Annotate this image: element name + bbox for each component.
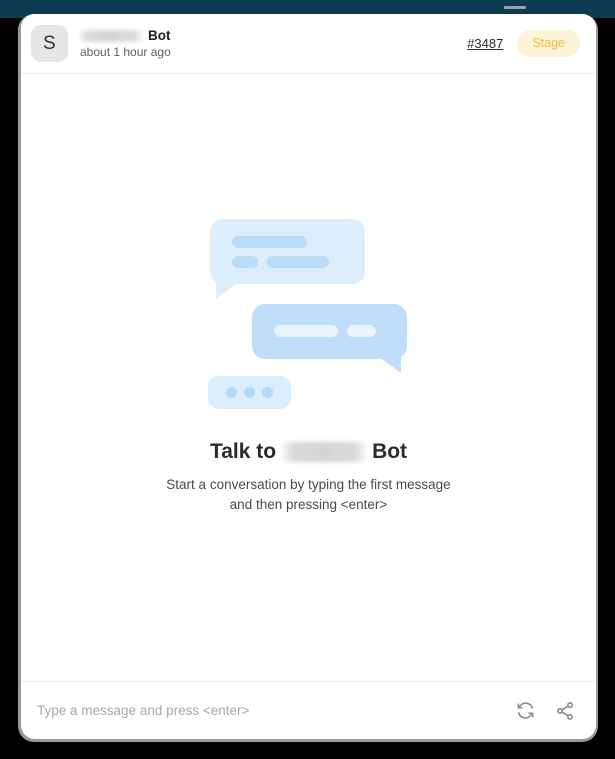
illustration-bubble-incoming [209,219,365,299]
bot-name-redacted [80,30,142,42]
description-line-2: and then pressing <enter> [229,497,388,513]
typing-dot [261,387,273,398]
headline-suffix: Bot [372,440,408,463]
bot-name-suffix: Bot [148,28,171,44]
app-window: S Bot about 1 hour ago #3487 Stage Talk … [0,0,615,759]
illustration-bubble-outgoing [251,304,407,373]
header-actions: #3487 Stage [467,30,580,57]
share-icon[interactable] [554,700,576,722]
chat-header: S Bot about 1 hour ago #3487 Stage [21,14,596,74]
ticket-link[interactable]: #3487 [467,36,503,51]
message-input[interactable] [37,703,514,718]
headline-prefix: Talk to [209,440,277,463]
typing-dot [243,387,255,398]
header-text-group: Bot about 1 hour ago [80,29,467,58]
illustration-bar [231,236,307,248]
conversation-timestamp: about 1 hour ago [80,44,171,59]
illustration-bar [273,325,338,337]
chat-empty-state: Talk to Bot Start a conversation by typi… [21,74,596,681]
refresh-icon[interactable] [514,700,536,722]
typing-dot [225,387,237,398]
chat-bubbles-illustration [204,219,414,409]
description-line-1: Start a conversation by typing the first… [166,477,451,493]
message-composer [21,681,596,739]
status-badge: Stage [517,30,580,57]
illustration-typing-indicator [207,376,291,409]
chat-card: S Bot about 1 hour ago #3487 Stage Talk … [21,14,596,739]
avatar: S [31,25,68,62]
illustration-bar [266,256,329,268]
window-notch-indicator [504,6,526,9]
illustration-bar [231,256,258,268]
empty-state-headline: Talk to Bot [210,440,407,463]
headline-name-redacted [283,441,366,462]
bot-name-row: Bot [80,29,467,43]
empty-state-description: Start a conversation by typing the first… [166,475,450,516]
composer-actions [514,700,576,722]
illustration-bar [346,325,376,337]
